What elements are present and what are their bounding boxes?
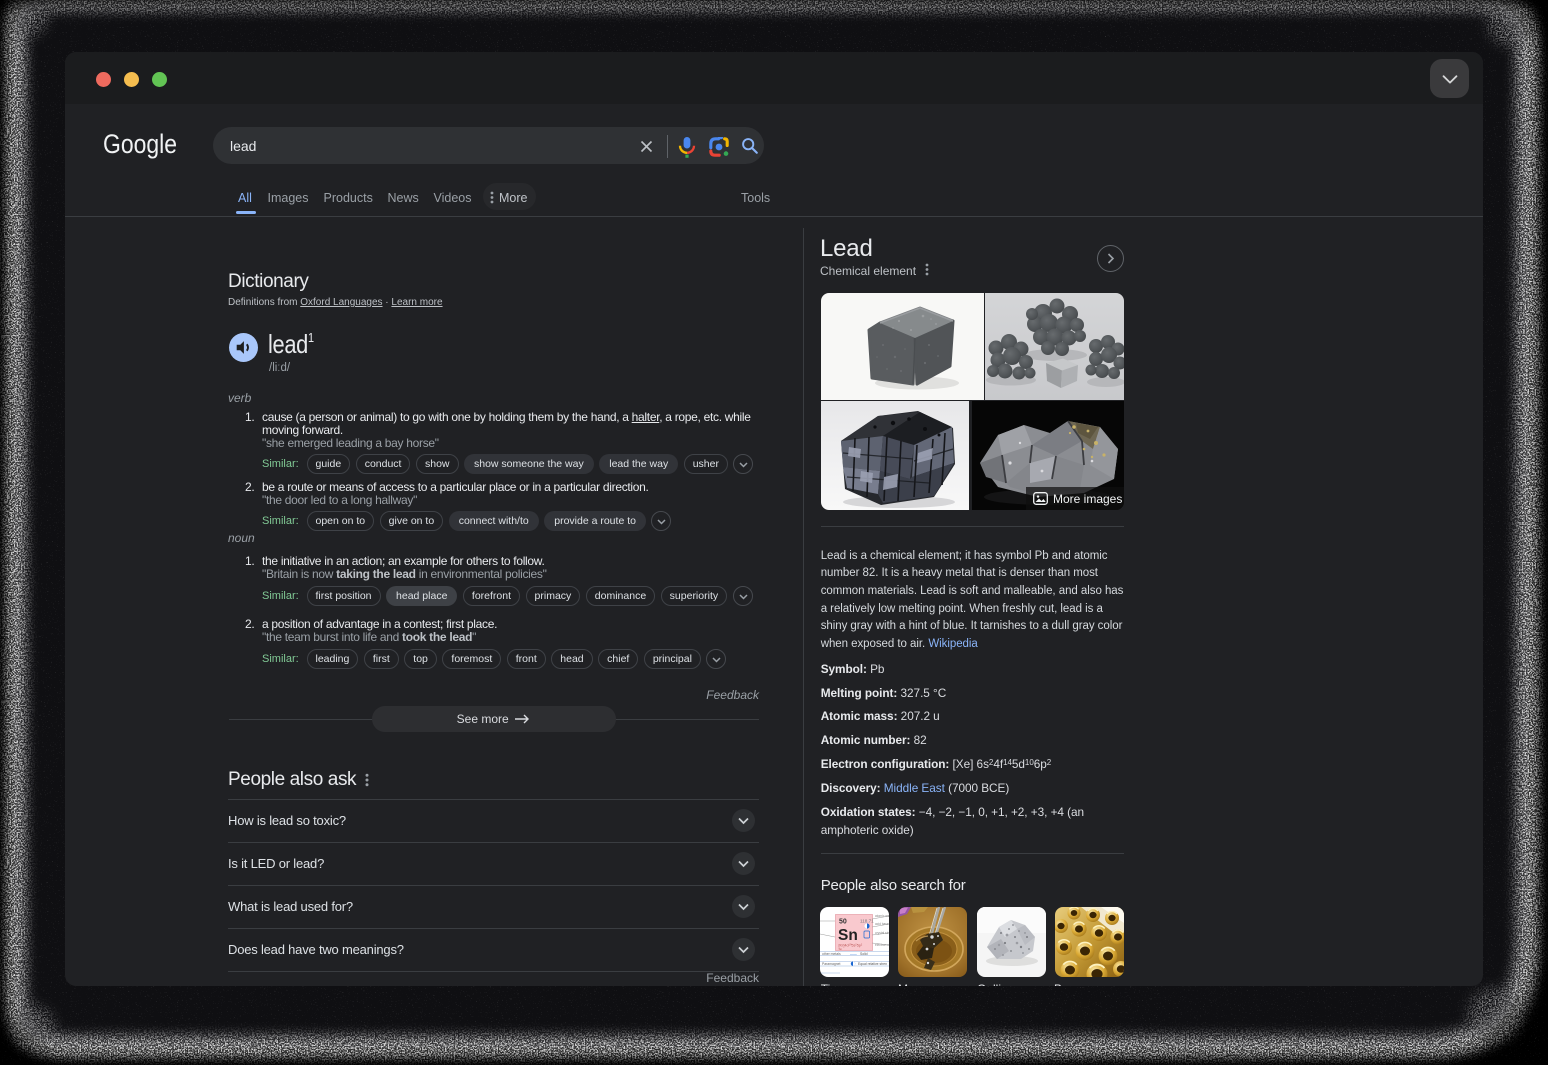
svg-text:Sn: Sn xyxy=(839,946,843,950)
svg-text:acid base: acid base xyxy=(875,922,889,926)
svg-text:electron c: electron c xyxy=(875,943,889,947)
svg-text:50: 50 xyxy=(839,918,847,925)
svg-text:——: —— xyxy=(850,951,857,955)
svg-text:Equal relative stren: Equal relative stren xyxy=(858,962,887,966)
svg-text:atomic we: atomic we xyxy=(875,914,889,918)
svg-text:Google: Google xyxy=(103,129,177,159)
svg-text:Sn: Sn xyxy=(838,927,858,944)
svg-text:Paramagnet: Paramagnet xyxy=(822,962,841,966)
svg-text:crystal str: crystal str xyxy=(875,931,889,935)
svg-text:Solid: Solid xyxy=(860,951,868,955)
svg-text:118.71: 118.71 xyxy=(860,918,874,923)
svg-text:other metals: other metals xyxy=(822,951,841,955)
